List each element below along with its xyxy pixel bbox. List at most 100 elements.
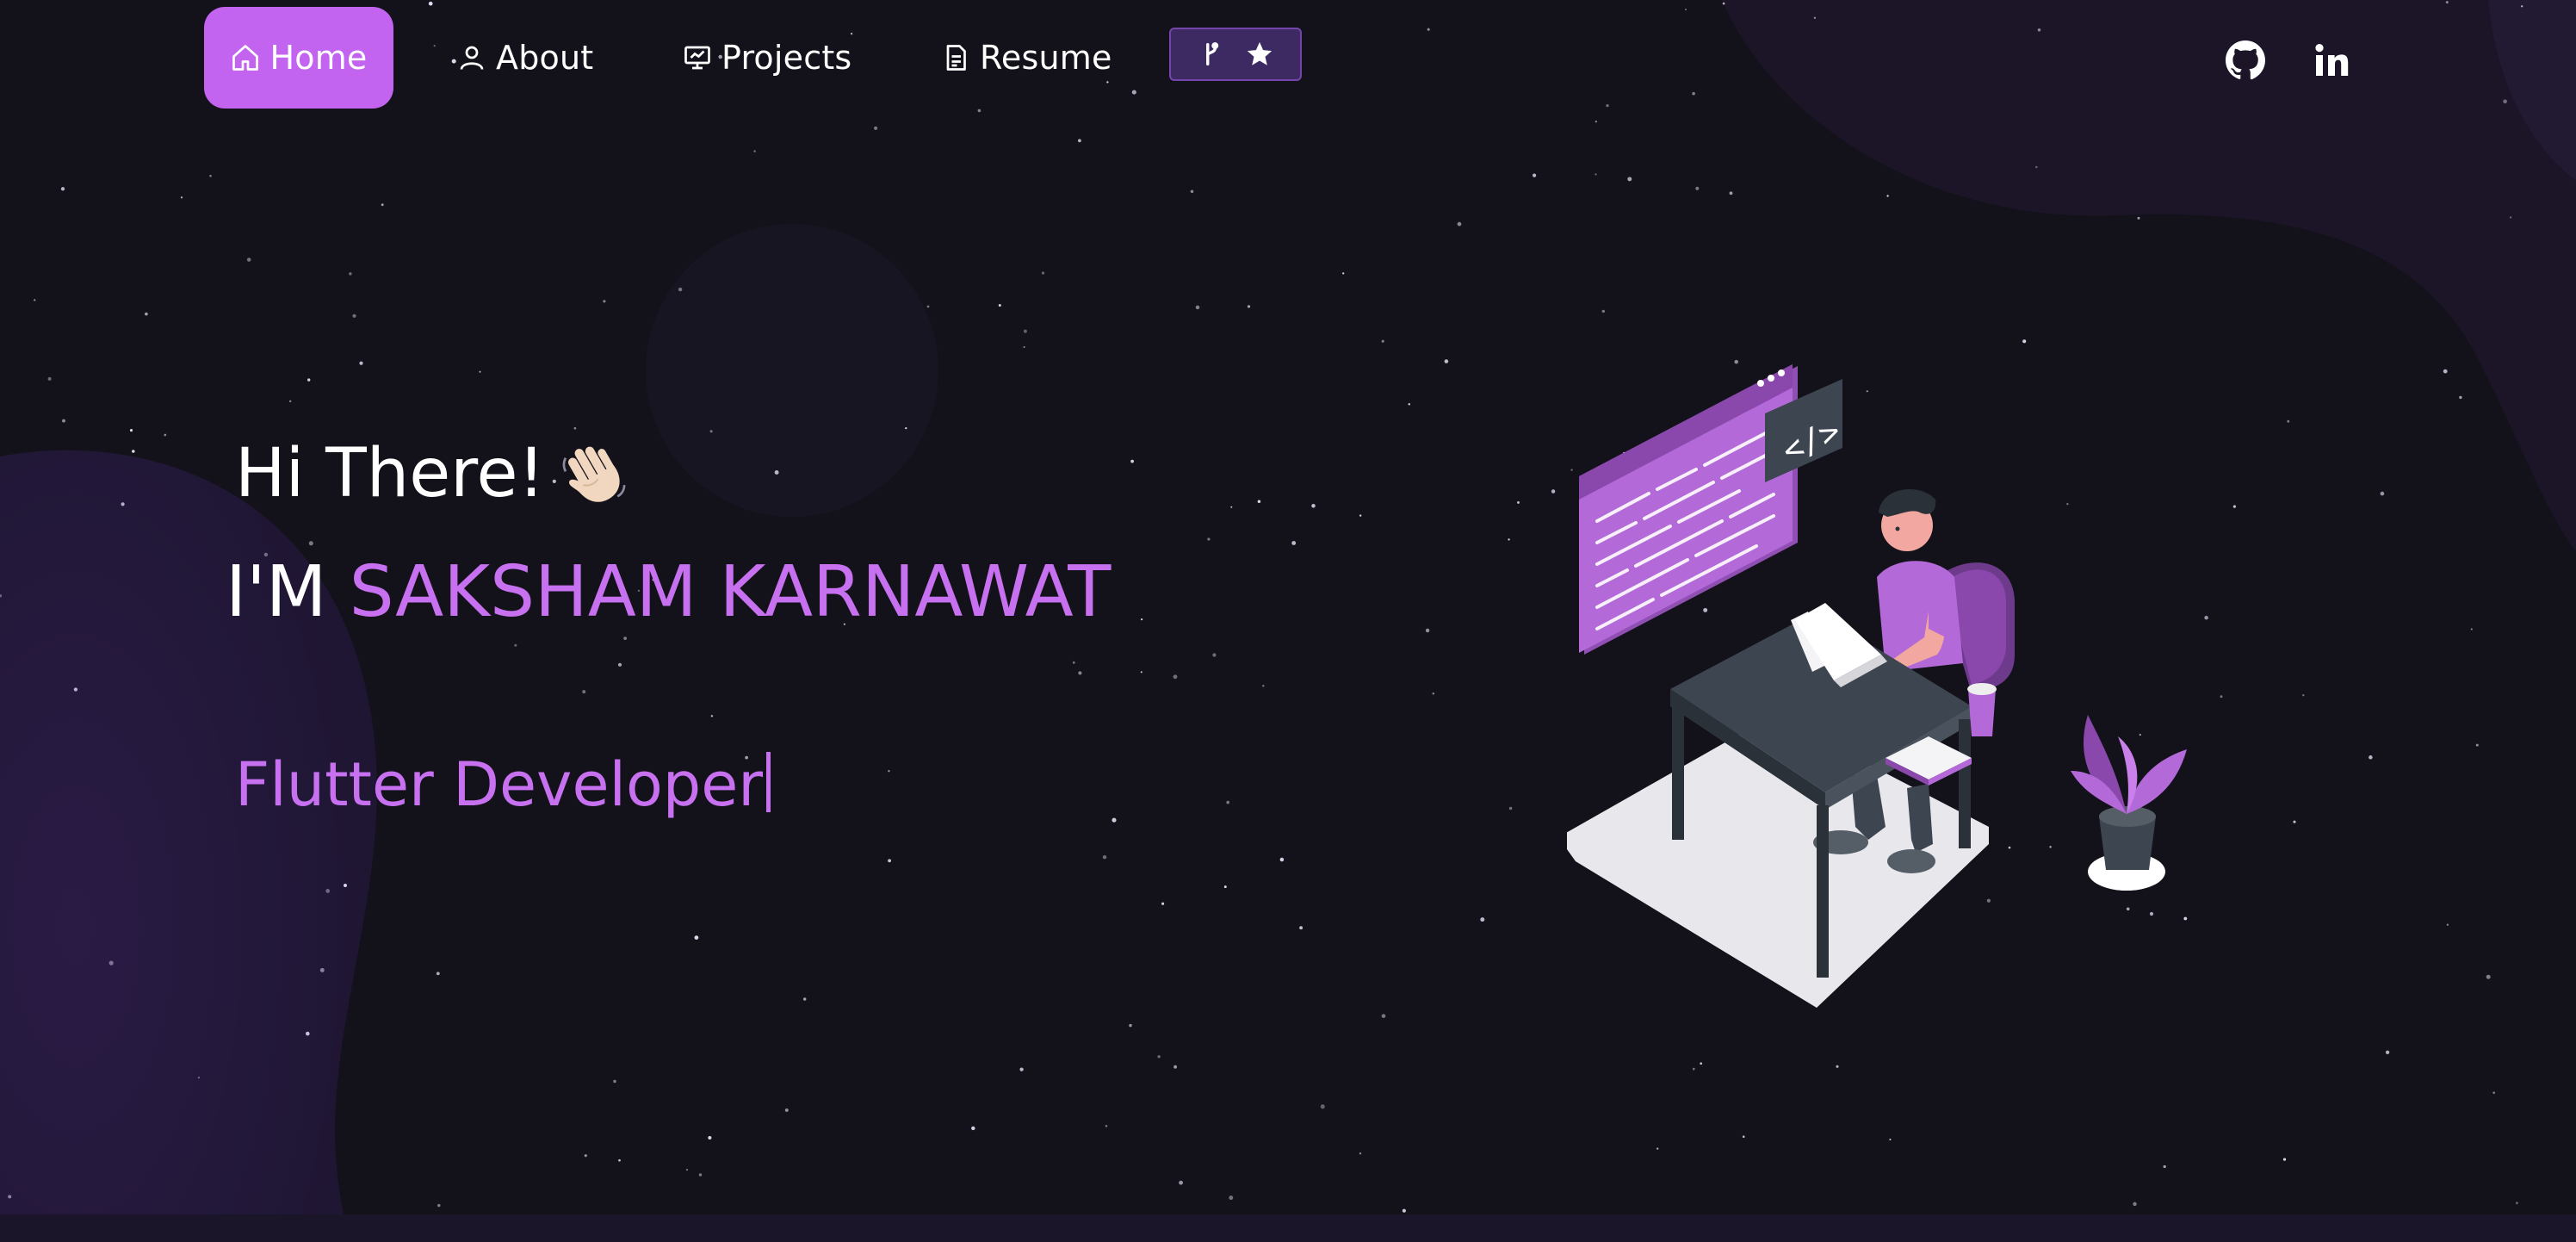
star — [1173, 1065, 1178, 1069]
star — [1508, 538, 1510, 541]
nav-projects[interactable]: Projects — [682, 7, 851, 109]
star — [344, 884, 347, 887]
star — [1836, 1065, 1839, 1068]
star — [359, 361, 363, 365]
star — [2509, 216, 2512, 219]
star — [1173, 674, 1178, 680]
star — [73, 687, 78, 692]
star — [306, 1031, 310, 1036]
star — [1077, 139, 1081, 143]
linkedin-link[interactable] — [2311, 40, 2352, 81]
star — [1229, 1195, 1234, 1201]
star — [2035, 165, 2038, 169]
star — [1279, 857, 1285, 862]
star — [1262, 685, 1265, 687]
star — [617, 662, 622, 667]
typewriter-text: Flutter Developer — [235, 749, 764, 820]
star — [1381, 339, 1384, 343]
star — [308, 541, 313, 546]
star — [108, 960, 114, 966]
star — [514, 643, 517, 647]
github-fork-star-button[interactable] — [1169, 28, 1302, 81]
star — [197, 1076, 201, 1079]
star — [573, 426, 577, 430]
github-link[interactable] — [2225, 40, 2266, 81]
star — [1627, 177, 1632, 182]
nav-resume[interactable]: Resume — [940, 7, 1112, 109]
github-icon — [2226, 40, 2265, 80]
star — [1102, 854, 1107, 860]
star — [2302, 694, 2305, 697]
star — [1157, 1055, 1161, 1059]
linkedin-icon — [2315, 44, 2349, 76]
star — [289, 400, 292, 403]
star — [1072, 661, 1075, 664]
star — [1886, 195, 1889, 197]
star — [1551, 489, 1556, 494]
star — [2446, 923, 2449, 926]
star — [1656, 1147, 1659, 1150]
star — [710, 715, 714, 717]
star — [1179, 1180, 1184, 1185]
star — [436, 972, 440, 976]
star — [753, 150, 756, 152]
nav-about[interactable]: About — [456, 7, 593, 109]
star — [2515, 1202, 2518, 1205]
star — [2204, 615, 2208, 620]
star — [1207, 537, 1211, 541]
intro-prefix: I'M — [226, 551, 327, 633]
star — [209, 175, 212, 177]
star — [479, 370, 481, 373]
star — [47, 376, 52, 381]
star — [2492, 1091, 2496, 1095]
star — [132, 450, 135, 453]
star — [2133, 1202, 2137, 1207]
navbar: Home About Projects Resume — [0, 0, 2576, 112]
star — [1359, 514, 1362, 517]
star — [307, 378, 311, 382]
star — [709, 430, 713, 433]
star — [1257, 500, 1261, 503]
nav-about-label: About — [496, 39, 594, 77]
background-circle — [646, 224, 938, 517]
star — [774, 470, 779, 475]
user-icon — [460, 46, 484, 70]
star — [1425, 628, 1430, 633]
star — [34, 299, 36, 301]
star — [8, 1195, 12, 1199]
star — [1078, 671, 1082, 675]
star — [698, 1173, 703, 1177]
star — [164, 433, 167, 437]
star — [62, 419, 65, 423]
star — [1190, 189, 1194, 194]
star — [2443, 369, 2448, 374]
typewriter-role: Flutter Developer — [235, 749, 771, 820]
star — [1381, 1014, 1386, 1018]
star — [1130, 459, 1134, 463]
star — [1700, 1062, 1703, 1065]
hero-greeting: Hi There! — [235, 435, 631, 512]
star — [1408, 402, 1411, 406]
star — [1041, 271, 1045, 275]
star — [246, 258, 251, 262]
nav-home[interactable]: Home — [204, 7, 393, 109]
nav-home-label: Home — [269, 39, 368, 77]
star — [2380, 491, 2385, 496]
star — [2232, 505, 2237, 508]
bottom-strip — [0, 1214, 2576, 1242]
star — [1299, 926, 1303, 930]
star — [685, 1169, 689, 1171]
star — [1140, 618, 1143, 621]
star — [352, 314, 356, 318]
star — [694, 935, 699, 940]
star — [582, 690, 586, 694]
star — [1320, 1104, 1325, 1109]
star-icon — [1247, 41, 1273, 65]
star — [874, 126, 878, 130]
star — [1508, 806, 1513, 810]
star — [2486, 974, 2491, 979]
star — [1480, 917, 1485, 922]
star — [2470, 628, 2473, 630]
star — [1223, 885, 1227, 889]
star — [888, 770, 890, 773]
